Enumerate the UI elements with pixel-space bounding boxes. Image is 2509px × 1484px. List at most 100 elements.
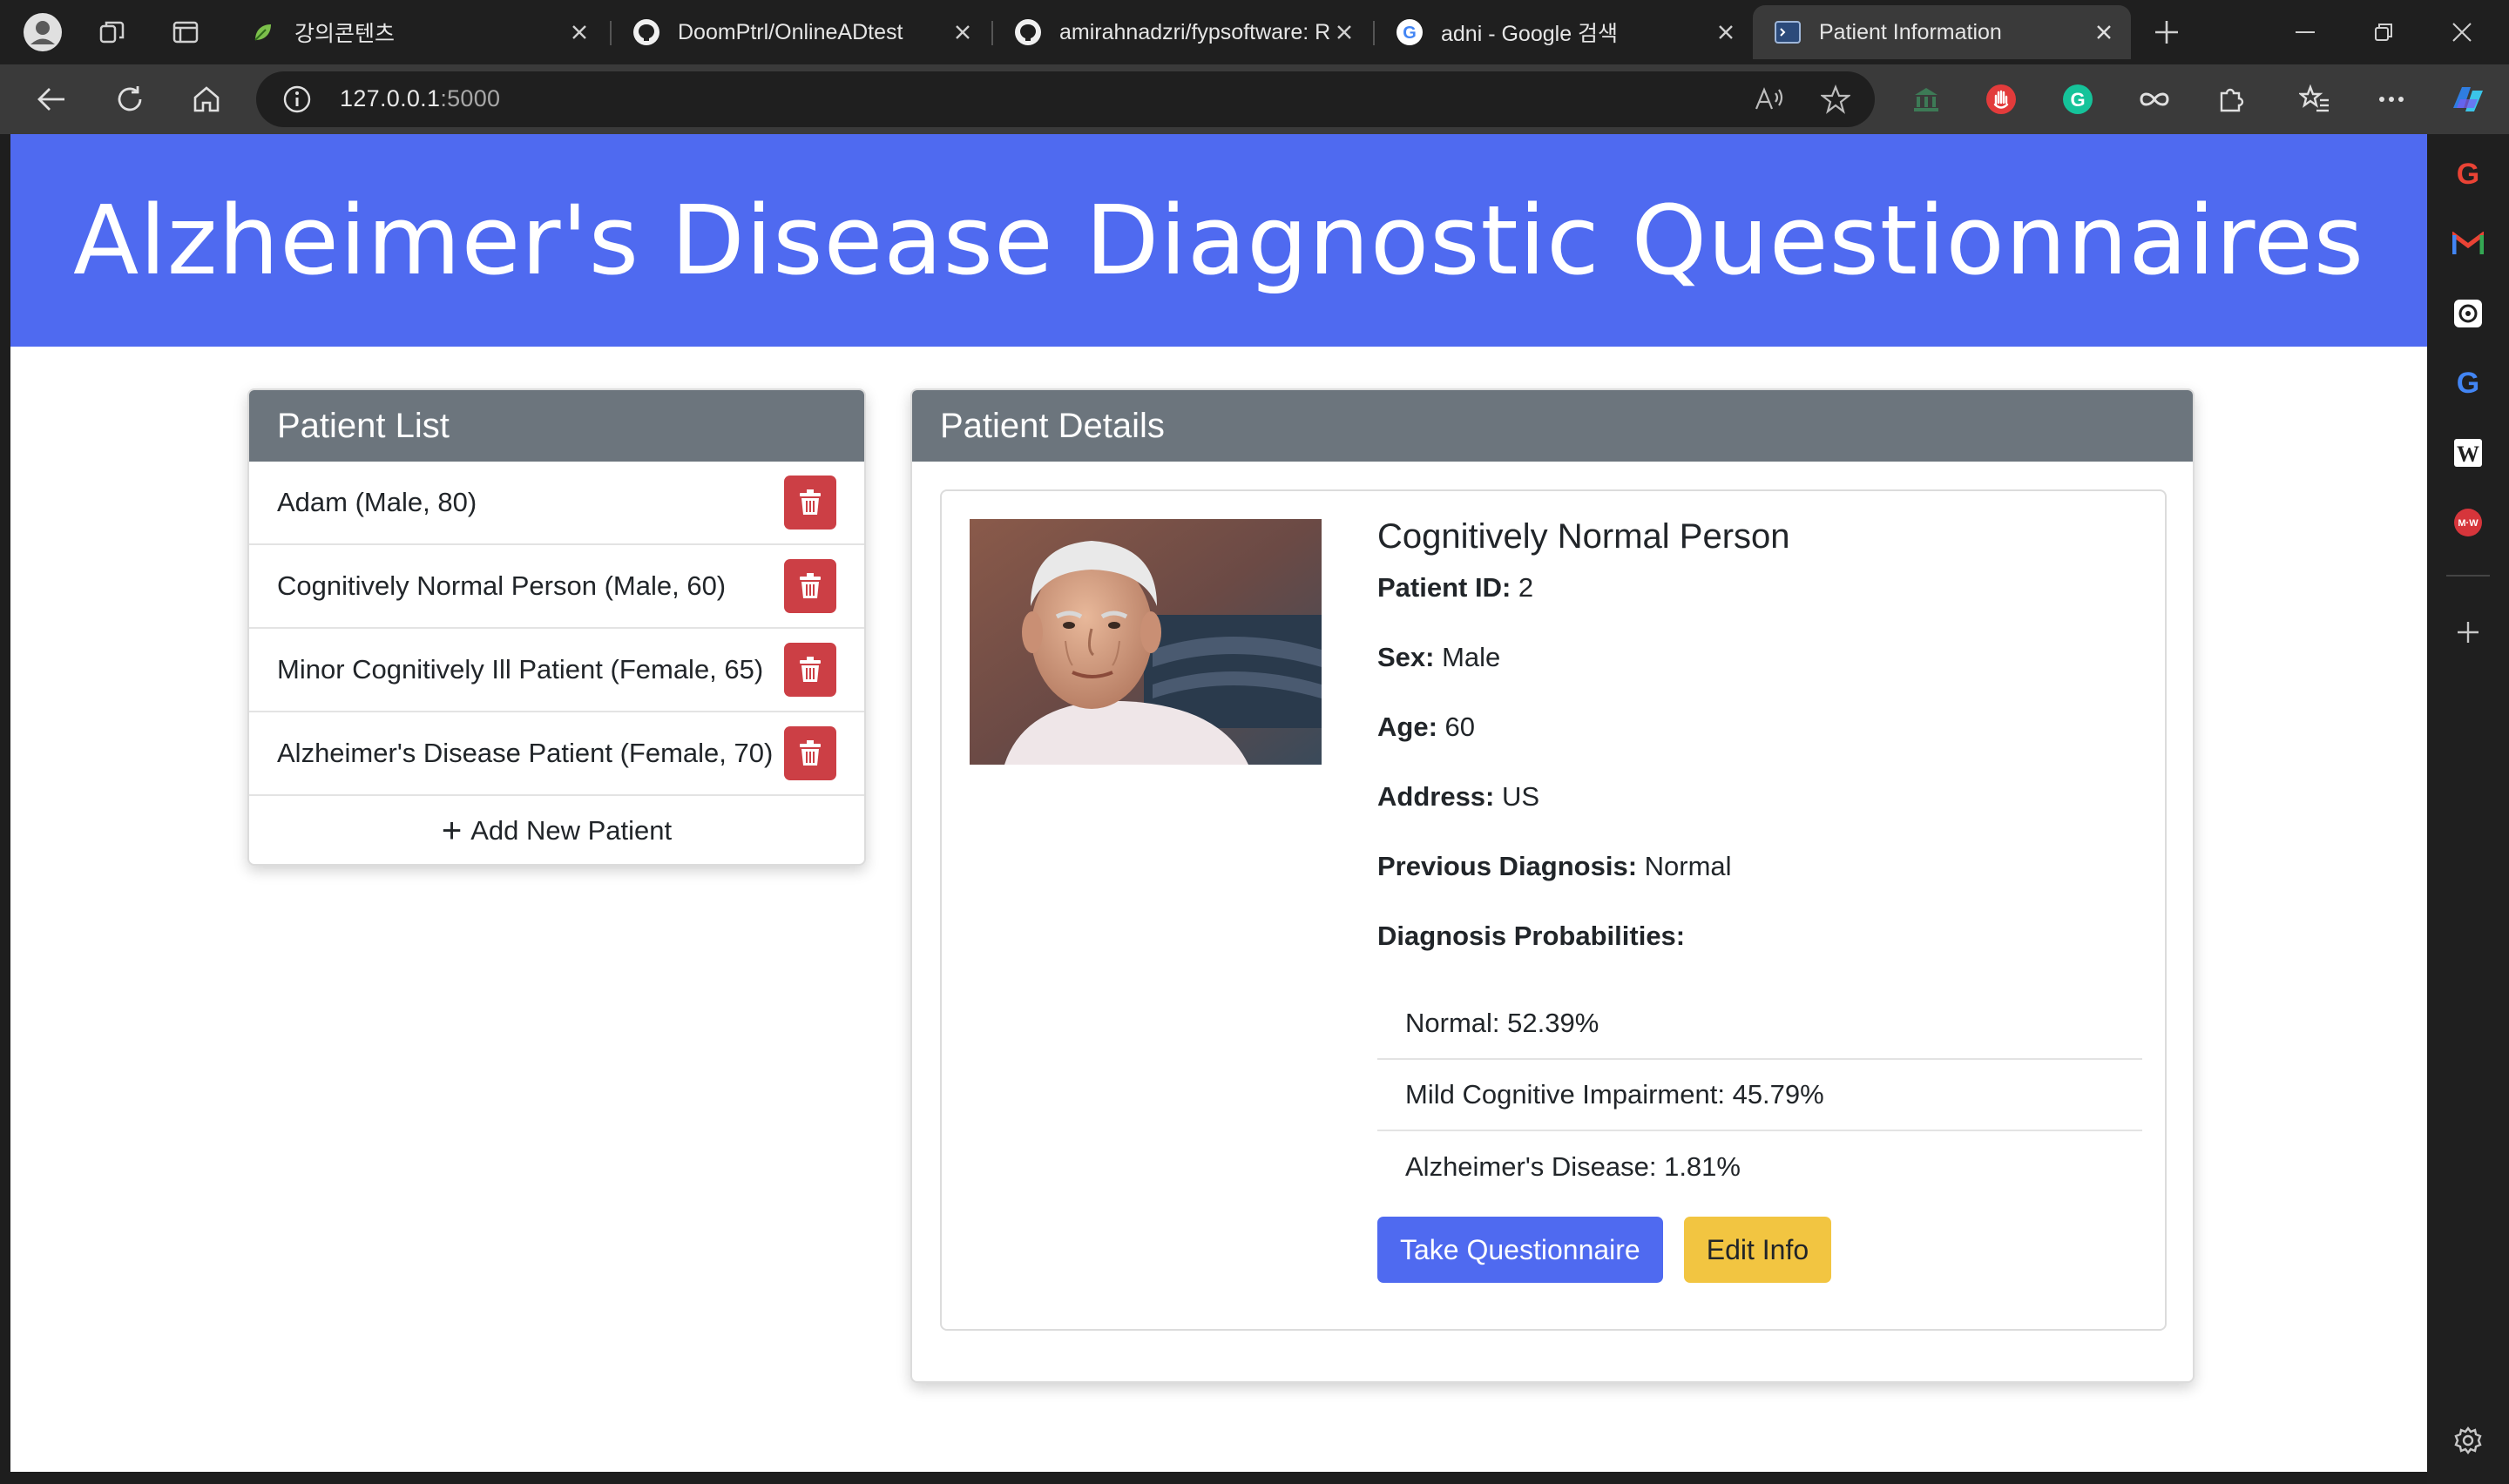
patient-photo	[970, 519, 1322, 765]
close-icon[interactable]	[1711, 17, 1741, 47]
copilot-icon[interactable]	[2445, 76, 2492, 123]
svg-text:G: G	[1403, 24, 1417, 43]
github-icon	[1014, 18, 1042, 46]
patient-list-item[interactable]: Alzheimer's Disease Patient (Female, 70)	[249, 712, 864, 796]
close-icon[interactable]	[2089, 17, 2119, 47]
tab-title: adni - Google 검색	[1441, 22, 1619, 46]
trash-icon	[800, 573, 821, 598]
probability-item: Mild Cognitive Impairment: 45.79%	[1377, 1060, 2142, 1131]
tab-lecture-content[interactable]: 강의콘텐츠	[228, 5, 606, 59]
delete-patient-button[interactable]	[784, 726, 836, 780]
wikipedia-icon[interactable]: W	[2445, 430, 2491, 476]
patient-list-header: Patient List	[249, 390, 864, 462]
museum-extension-icon[interactable]	[1903, 76, 1950, 123]
diagnosis-probabilities-heading: Diagnosis Probabilities:	[1377, 921, 2142, 983]
tab-doomptrl[interactable]: DoomPtrl/OnlineADtest	[612, 5, 990, 59]
age-field: Age: 60	[1377, 712, 2142, 781]
reload-icon[interactable]	[106, 76, 153, 123]
tab-patient-information[interactable]: Patient Information	[1753, 5, 2131, 59]
field-label: Diagnosis Probabilities:	[1377, 921, 1686, 951]
browser-toolbar: 127.0.0.1:5000 G	[0, 64, 2509, 134]
svg-text:G: G	[2070, 89, 2085, 111]
favorites-icon[interactable]	[2291, 76, 2338, 123]
home-icon[interactable]	[183, 76, 230, 123]
patient-profile: Cognitively Normal Person Patient ID: 2 …	[940, 489, 2167, 1331]
tab-title: Patient Information	[1819, 19, 2002, 44]
browser-sidebar: G G W M·W	[2427, 134, 2509, 1484]
minimize-icon[interactable]	[2270, 7, 2340, 57]
url-text[interactable]: 127.0.0.1:5000	[340, 85, 500, 112]
patient-details-card: Patient Details Cognitively Normal Perso…	[910, 388, 2195, 1383]
delete-patient-button[interactable]	[784, 559, 836, 613]
field-value: Male	[1442, 642, 1501, 672]
browser-tab-bar: 강의콘텐츠 DoomPtrl/OnlineADtest amirahnadzri…	[0, 0, 2509, 64]
sex-field: Sex: Male	[1377, 642, 2142, 712]
url-port: :5000	[440, 85, 501, 111]
patient-name: Alzheimer's Disease Patient (Female, 70)	[277, 738, 774, 768]
field-value: Normal	[1644, 851, 1732, 881]
probability-item: Normal: 52.39%	[1377, 988, 2142, 1060]
delete-patient-button[interactable]	[784, 643, 836, 697]
favorite-star-icon[interactable]	[1817, 81, 1854, 118]
close-icon[interactable]	[565, 17, 594, 47]
trash-icon	[800, 489, 821, 515]
tab-fypsoftware[interactable]: amirahnadzri/fypsoftware: Re	[993, 5, 1371, 59]
svg-text:G: G	[2457, 159, 2479, 190]
settings-gear-icon[interactable]	[2445, 1418, 2491, 1463]
chatgpt-icon[interactable]	[2445, 291, 2491, 336]
svg-text:M·W: M·W	[2458, 518, 2479, 529]
field-label: Sex:	[1377, 642, 1435, 672]
patient-name: Minor Cognitively Ill Patient (Female, 6…	[277, 654, 764, 685]
merriam-webster-icon[interactable]: M·W	[2445, 500, 2491, 545]
tab-actions-icon[interactable]	[162, 9, 209, 56]
patient-list-item[interactable]: Adam (Male, 80)	[249, 462, 864, 545]
page-viewport: Alzheimer's Disease Diagnostic Questionn…	[10, 134, 2427, 1472]
tab-google-search[interactable]: G adni - Google 검색	[1375, 5, 1753, 59]
extensions-puzzle-icon[interactable]	[2208, 76, 2255, 123]
grammarly-icon[interactable]: G	[2054, 76, 2101, 123]
trash-icon	[800, 657, 821, 682]
close-icon[interactable]	[1329, 17, 1359, 47]
patient-list-item[interactable]: Cognitively Normal Person (Male, 60)	[249, 545, 864, 629]
field-value: 60	[1444, 712, 1475, 742]
take-questionnaire-button[interactable]: Take Questionnaire	[1377, 1217, 1663, 1283]
google-icon[interactable]: G	[2445, 152, 2491, 197]
previous-diagnosis-field: Previous Diagnosis: Normal	[1377, 851, 2142, 921]
new-tab-icon[interactable]	[2143, 9, 2190, 56]
add-new-patient-button[interactable]: + Add New Patient	[249, 796, 864, 864]
tab-title: amirahnadzri/fypsoftware: Re	[1059, 19, 1329, 44]
add-sidebar-app-icon[interactable]	[2445, 610, 2491, 655]
page-banner: Alzheimer's Disease Diagnostic Questionn…	[10, 134, 2427, 347]
address-field: Address: US	[1377, 781, 2142, 851]
field-value: 2	[1518, 572, 1534, 603]
gmail-icon[interactable]	[2445, 221, 2491, 266]
close-window-icon[interactable]	[2427, 7, 2497, 57]
adblock-hand-icon[interactable]	[1978, 76, 2025, 123]
field-label: Previous Diagnosis:	[1377, 851, 1638, 881]
action-buttons: Take Questionnaire Edit Info	[1377, 1217, 2142, 1283]
google-icon[interactable]: G	[2445, 361, 2491, 406]
leaf-icon	[249, 18, 277, 46]
restore-icon[interactable]	[2349, 7, 2418, 57]
site-info-icon[interactable]	[282, 84, 312, 114]
workspaces-icon[interactable]	[89, 9, 136, 56]
field-label: Address:	[1377, 781, 1495, 812]
url-host: 127.0.0.1	[340, 85, 441, 111]
delete-patient-button[interactable]	[784, 476, 836, 530]
svg-text:G: G	[2457, 368, 2479, 399]
patient-name: Cognitively Normal Person (Male, 60)	[277, 570, 727, 601]
patient-name-heading: Cognitively Normal Person	[1377, 517, 1790, 556]
field-label: Patient ID:	[1377, 572, 1511, 603]
back-icon[interactable]	[28, 76, 75, 123]
patient-id-field: Patient ID: 2	[1377, 572, 2142, 642]
trash-icon	[800, 740, 821, 766]
profile-icon[interactable]	[19, 9, 66, 56]
read-aloud-icon[interactable]	[1751, 81, 1788, 118]
address-bar[interactable]: 127.0.0.1:5000	[256, 71, 1875, 127]
close-icon[interactable]	[948, 17, 977, 47]
more-options-icon[interactable]	[2368, 76, 2415, 123]
patient-list-item[interactable]: Minor Cognitively Ill Patient (Female, 6…	[249, 629, 864, 712]
patient-details-header: Patient Details	[912, 390, 2193, 462]
infinity-extension-icon[interactable]	[2131, 76, 2178, 123]
edit-info-button[interactable]: Edit Info	[1683, 1217, 1832, 1283]
